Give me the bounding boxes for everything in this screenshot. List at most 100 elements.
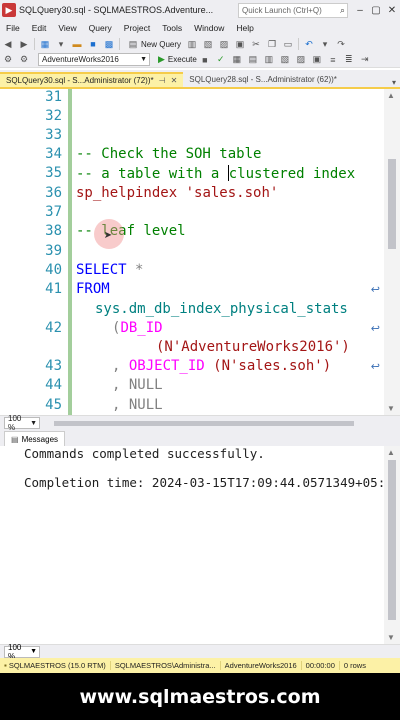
tab-messages[interactable]: ▤ Messages xyxy=(4,431,66,446)
undo-dropdown-icon[interactable]: ▾ xyxy=(319,38,331,50)
results-file-icon[interactable]: ▣ xyxy=(311,54,323,66)
include-plan-icon[interactable]: ▧ xyxy=(279,54,291,66)
tab-overflow-icon[interactable]: ▾ xyxy=(392,78,396,87)
sql-editor-toolbar: ⚙ ⚙ AdventureWorks2016 ▼ ▶ Execute ■ ✓ ▦… xyxy=(0,52,400,68)
scroll-up-icon[interactable]: ▲ xyxy=(387,448,395,457)
function-object-id: OBJECT_ID xyxy=(128,358,205,374)
code-line-43: , OBJECT_ID (N'sales.soh') xyxy=(112,358,331,374)
comment-icon[interactable]: ≡ xyxy=(327,54,339,66)
comment-text: -- a table with a xyxy=(76,166,228,182)
estimated-plan-icon[interactable]: ▤ xyxy=(247,54,259,66)
new-query-button[interactable]: ▤ New Query xyxy=(125,38,181,50)
keyword-from: FROM xyxy=(76,281,110,297)
ssms-app-icon: ▶ xyxy=(2,3,16,17)
tab-sqlquery28[interactable]: SQLQuery28.sql - S...Administrator (62))… xyxy=(183,72,343,87)
comment-text: -- Check the SOH table xyxy=(76,146,262,162)
code-line-42: (DB_ID xyxy=(112,320,163,336)
string-literal: 'sales.soh' xyxy=(177,185,279,201)
tab-sqlquery30[interactable]: SQLQuery30.sql - S...Administrator (72))… xyxy=(0,72,184,87)
messages-vertical-scrollbar[interactable]: ▲ ▼ xyxy=(384,446,400,644)
menu-view[interactable]: View xyxy=(52,23,82,33)
forward-icon[interactable]: ▶ xyxy=(18,38,30,50)
indent-icon[interactable]: ⇥ xyxy=(359,54,371,66)
play-icon: ▶ xyxy=(158,54,165,64)
scroll-down-icon[interactable]: ▼ xyxy=(387,633,395,642)
stop-icon[interactable]: ■ xyxy=(199,54,211,66)
quick-launch-input[interactable]: Quick Launch (Ctrl+Q) ⌕ xyxy=(238,2,348,18)
new-query-icon: ▤ xyxy=(128,38,138,49)
status-bar: ▪ SQLMAESTROS (15.0 RTM) SQLMAESTROS\Adm… xyxy=(0,658,400,673)
execute-label: Execute xyxy=(167,55,197,64)
menu-window[interactable]: Window xyxy=(188,23,230,33)
scrollbar-thumb[interactable] xyxy=(54,421,354,426)
menu-help[interactable]: Help xyxy=(230,23,259,33)
minimize-button[interactable]: – xyxy=(352,5,368,16)
dropdown-icon[interactable]: ▾ xyxy=(55,38,67,50)
back-icon[interactable]: ◀ xyxy=(2,38,14,50)
open-file-icon[interactable]: ▬ xyxy=(71,38,83,50)
comma: , xyxy=(112,377,129,393)
scroll-up-icon[interactable]: ▲ xyxy=(387,91,395,100)
execute-button[interactable]: ▶ Execute xyxy=(158,54,197,65)
menu-tools[interactable]: Tools xyxy=(156,23,188,33)
parse-icon[interactable]: ✓ xyxy=(215,54,227,66)
menu-file[interactable]: File xyxy=(0,23,26,33)
editor-zoom-select[interactable]: 100 % ▼ xyxy=(4,414,40,432)
code-line-36: sp_helpindex 'sales.soh' xyxy=(76,185,278,201)
null-keyword: NULL xyxy=(128,377,163,393)
line-number: 32 xyxy=(45,108,62,124)
save-icon[interactable]: ■ xyxy=(87,38,99,50)
menu-edit[interactable]: Edit xyxy=(26,23,53,33)
close-button[interactable]: ✕ xyxy=(384,5,400,16)
messages-zoom-select[interactable]: 100 % ▼ xyxy=(4,643,40,661)
database-name: AdventureWorks2016 xyxy=(224,661,297,670)
save-all-icon[interactable]: ▩ xyxy=(103,38,115,50)
menu-query[interactable]: Query xyxy=(83,23,118,33)
connect-icon[interactable]: ⚙ xyxy=(2,54,14,66)
redo-icon[interactable]: ↷ xyxy=(335,38,347,50)
undo-icon[interactable]: ↶ xyxy=(303,38,315,50)
scrollbar-thumb[interactable] xyxy=(388,159,396,249)
line-number: 40 xyxy=(45,262,62,278)
editor-zoom-bar: 100 % ▼ xyxy=(0,414,400,432)
menu-project[interactable]: Project xyxy=(118,23,156,33)
close-icon[interactable]: ✕ xyxy=(171,76,178,85)
new-project-icon[interactable]: ▦ xyxy=(39,38,51,50)
results-text-icon[interactable]: ▨ xyxy=(295,54,307,66)
line-number: 38 xyxy=(45,223,62,239)
server-name: SQLMAESTROS (15.0 RTM) xyxy=(8,661,106,670)
code-line-41: FROM xyxy=(76,281,110,297)
database-query-icon[interactable]: ▥ xyxy=(186,38,198,50)
disconnect-icon[interactable]: ⚙ xyxy=(18,54,30,66)
editor-horizontal-scrollbar[interactable] xyxy=(48,418,400,428)
mdx-icon[interactable]: ▨ xyxy=(218,38,230,50)
uncomment-icon[interactable]: ≣ xyxy=(343,54,355,66)
scrollbar-thumb[interactable] xyxy=(388,460,396,620)
editor-vertical-scrollbar[interactable]: ▲ ▼ xyxy=(384,89,400,415)
line-number-gutter: 31 32 33 34 35 36 37 38 39 40 41 42 43 4… xyxy=(0,89,62,415)
word-wrap-icon: ↩ xyxy=(370,360,380,373)
pin-icon[interactable]: ⊣ xyxy=(159,76,166,85)
line-number: 37 xyxy=(45,204,62,220)
copy-icon[interactable]: ❐ xyxy=(266,38,278,50)
query-options-icon[interactable]: ▥ xyxy=(263,54,275,66)
line-number: 33 xyxy=(45,127,62,143)
maximize-button[interactable]: ▢ xyxy=(368,5,384,16)
results-grid-icon[interactable]: ▦ xyxy=(231,54,243,66)
mouse-cursor-icon: ➤ xyxy=(104,228,113,244)
sql-editor[interactable]: 31 32 33 34 35 36 37 38 39 40 41 42 43 4… xyxy=(0,89,384,415)
code-line-35: -- a table with a clustered index xyxy=(76,165,355,182)
code-area[interactable]: -- Check the SOH table -- a table with a… xyxy=(76,89,384,415)
cut-icon[interactable]: ✂ xyxy=(250,38,262,50)
scroll-down-icon[interactable]: ▼ xyxy=(387,404,395,413)
window-title: SQLQuery30.sql - SQLMAESTROS.Adventure..… xyxy=(19,5,214,15)
dmx-icon[interactable]: ▣ xyxy=(234,38,246,50)
paste-icon[interactable]: ▭ xyxy=(282,38,294,50)
database-select[interactable]: AdventureWorks2016 ▼ xyxy=(38,53,150,66)
query-icon[interactable]: ▧ xyxy=(202,38,214,50)
comment-text: -- leaf level xyxy=(76,223,186,239)
messages-pane[interactable]: Commands completed successfully. Complet… xyxy=(0,446,384,644)
toolbar-separator xyxy=(119,38,120,50)
status-user: SQLMAESTROS\Administra... xyxy=(111,661,221,670)
code-line-42-wrap: (N'AdventureWorks2016') xyxy=(156,339,350,355)
